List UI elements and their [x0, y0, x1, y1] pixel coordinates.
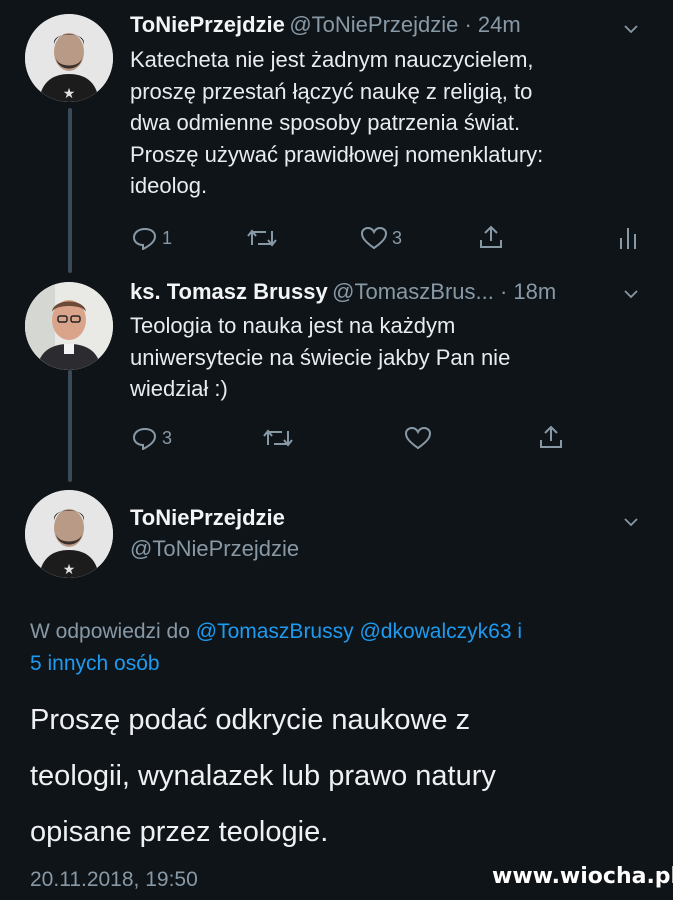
avatar[interactable]	[25, 282, 113, 370]
watermark: www.wiocha.pl	[492, 864, 673, 889]
like-icon	[360, 226, 388, 250]
retweet-button[interactable]	[262, 426, 294, 450]
tweet-text: Proszę podać odkrycie naukowe z teologii…	[30, 704, 496, 848]
svg-text:★: ★	[63, 562, 76, 578]
reply-count: 3	[162, 427, 173, 448]
author-handle-time[interactable]: @TomaszBrus... · 18m	[332, 279, 556, 304]
tweet-text: Katecheta nie jest żadnym nauczycielem, …	[130, 47, 544, 198]
tweet-text: Teologia to nauka jest na każdym uniwers…	[130, 313, 511, 401]
analytics-button[interactable]	[618, 224, 638, 250]
like-count: 3	[392, 227, 403, 248]
retweet-icon	[263, 429, 293, 447]
avatar[interactable]: ★	[25, 490, 113, 578]
reply-button[interactable]: 3	[132, 426, 172, 450]
analytics-icon	[620, 228, 636, 249]
like-button[interactable]	[404, 426, 432, 450]
reply-button[interactable]: 1	[132, 226, 172, 250]
author-name[interactable]: ToNiePrzejdzie	[130, 12, 285, 37]
svg-text:★: ★	[63, 86, 76, 102]
share-icon	[540, 425, 562, 448]
avatar[interactable]: ★	[25, 14, 113, 102]
author-handle[interactable]: @ToNiePrzejdzie	[130, 536, 299, 562]
reply-mentions-link[interactable]: @TomaszBrussy @dkowalczyk63 i	[196, 620, 522, 643]
share-button[interactable]	[478, 224, 504, 250]
author-name[interactable]: ks. Tomasz Brussy	[130, 279, 328, 304]
reply-count: 1	[162, 227, 173, 248]
chevron-down-icon[interactable]	[624, 515, 638, 529]
chevron-down-icon[interactable]	[624, 22, 638, 36]
thread-line	[68, 370, 72, 482]
thread-line	[68, 108, 72, 273]
author-handle-time[interactable]: @ToNiePrzejdzie · 24m	[289, 12, 520, 37]
reply-icon	[132, 227, 157, 250]
reply-context: W odpowiedzi do @TomaszBrussy @dkowalczy…	[30, 620, 522, 675]
retweet-button[interactable]	[246, 226, 278, 250]
chevron-down-icon[interactable]	[624, 287, 638, 301]
author-name[interactable]: ToNiePrzejdzie	[130, 505, 285, 531]
tweet-timestamp[interactable]: 20.11.2018, 19:50	[30, 868, 198, 892]
share-button[interactable]	[538, 424, 564, 450]
share-icon	[480, 225, 502, 248]
like-icon	[404, 426, 432, 450]
reply-others-link[interactable]: 5 innych osób	[30, 652, 160, 675]
reply-icon	[132, 427, 157, 450]
like-button[interactable]: 3	[360, 226, 402, 250]
retweet-icon	[247, 229, 277, 247]
